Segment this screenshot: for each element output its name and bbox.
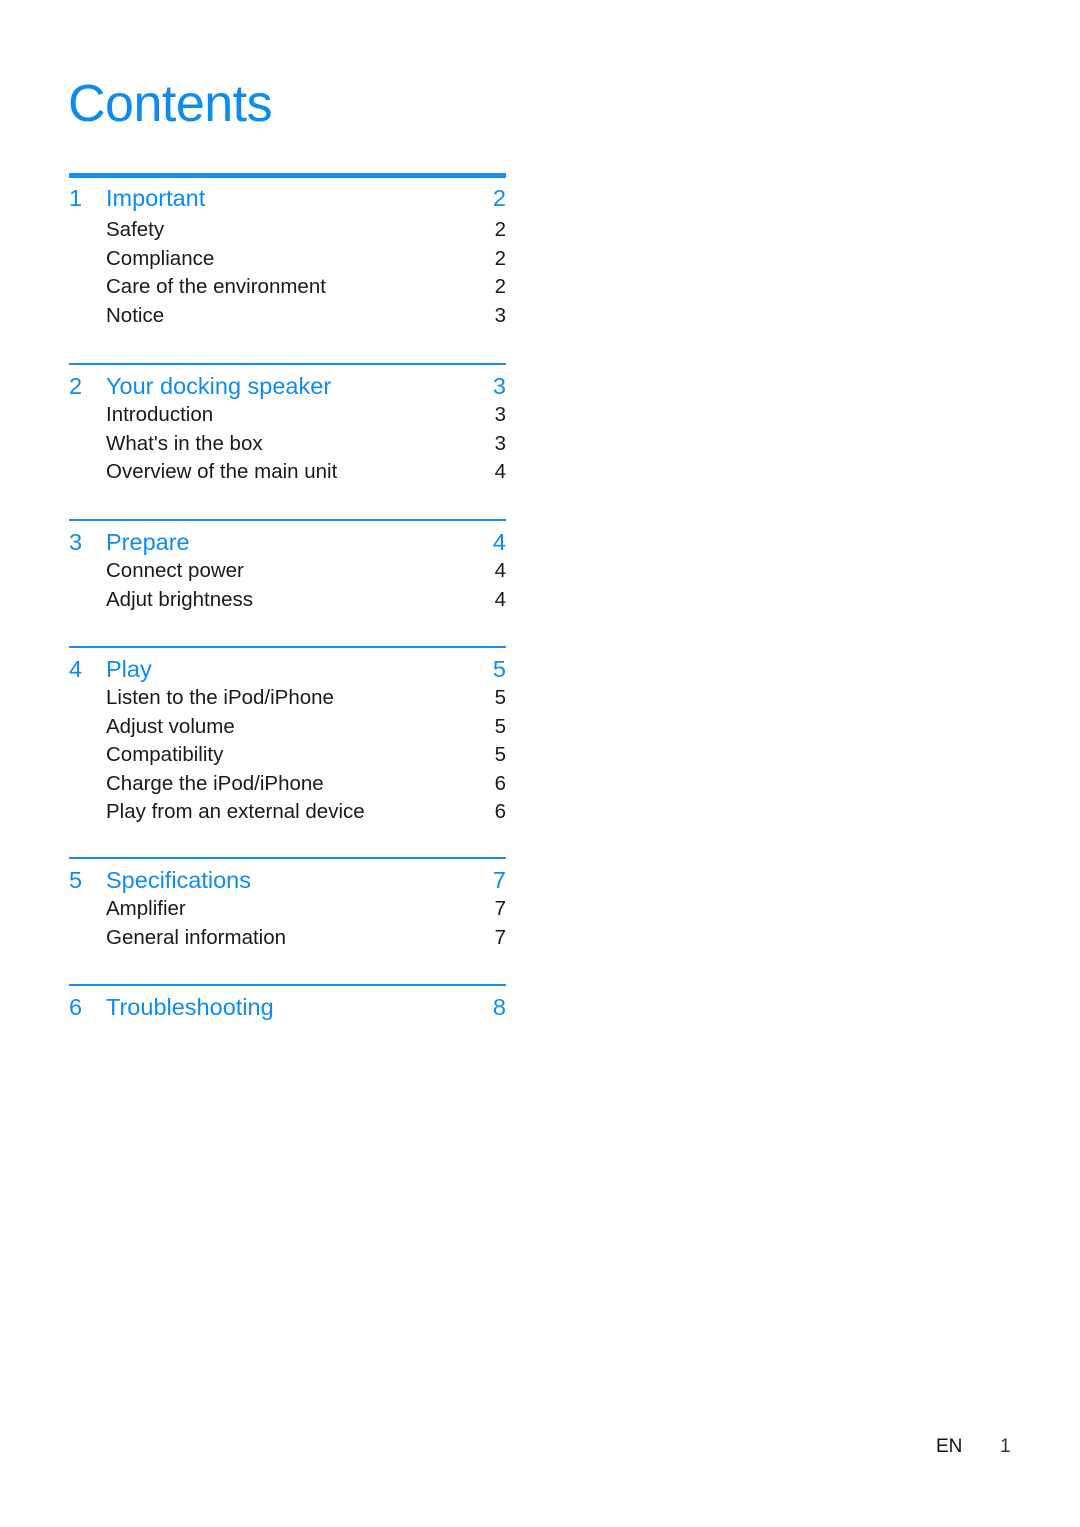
entry-title[interactable]: Play from an external device bbox=[106, 798, 365, 827]
language-code: EN bbox=[936, 1436, 963, 1457]
toc-entry[interactable]: Amplifier 7 bbox=[69, 895, 506, 924]
toc-section-heading[interactable]: 5 Specifications 7 bbox=[69, 865, 506, 895]
entry-title[interactable]: Adjust volume bbox=[106, 713, 235, 742]
section-number: 5 bbox=[69, 867, 83, 893]
section-page-number: 7 bbox=[492, 867, 506, 893]
toc-entry[interactable]: Care of the environment 2 bbox=[69, 273, 506, 302]
section-page-number: 5 bbox=[492, 656, 506, 682]
section-title[interactable]: Specifications bbox=[106, 865, 251, 895]
entry-title[interactable]: Charge the iPod/iPhone bbox=[106, 770, 324, 799]
entry-page-number: 7 bbox=[494, 925, 506, 949]
entry-page-number: 3 bbox=[494, 431, 506, 455]
entry-page-number: 2 bbox=[494, 246, 506, 270]
entry-title[interactable]: Safety bbox=[106, 216, 164, 245]
toc-entry[interactable]: Safety 2 bbox=[69, 216, 506, 245]
toc-section-play: 4 Play 5 Listen to the iPod/iPhone 5 Adj… bbox=[69, 646, 506, 857]
section-page-number: 4 bbox=[492, 529, 506, 555]
toc-section-heading[interactable]: 2 Your docking speaker 3 bbox=[69, 371, 506, 401]
toc-entry[interactable]: General information 7 bbox=[69, 924, 506, 953]
toc-entry[interactable]: Overview of the main unit 4 bbox=[69, 458, 506, 487]
toc-section-heading[interactable]: 1 Important 2 bbox=[69, 183, 506, 213]
toc-section-important: 1 Important 2 Safety 2 Compliance 2 Care… bbox=[69, 173, 506, 363]
entry-page-number: 7 bbox=[494, 897, 506, 920]
page-number: 1 bbox=[1000, 1436, 1011, 1457]
entry-page-number: 3 bbox=[494, 403, 506, 426]
toc-entry[interactable]: What's in the box 3 bbox=[69, 430, 506, 459]
toc-entry[interactable]: Compatibility 5 bbox=[69, 741, 506, 770]
entry-page-number: 3 bbox=[494, 303, 506, 327]
toc-section-specifications: 5 Specifications 7 Amplifier 7 General i… bbox=[69, 857, 506, 984]
entry-title[interactable]: Overview of the main unit bbox=[106, 458, 337, 487]
section-page-number: 2 bbox=[492, 185, 506, 211]
entry-page-number: 4 bbox=[494, 460, 506, 483]
toc-entry[interactable]: Charge the iPod/iPhone 6 bbox=[69, 770, 506, 799]
entry-page-number: 5 bbox=[494, 743, 506, 766]
toc-entry[interactable]: Adjust volume 5 bbox=[69, 713, 506, 742]
entry-page-number: 2 bbox=[494, 275, 506, 298]
toc-section-heading[interactable]: 6 Troubleshooting 8 bbox=[69, 992, 506, 1022]
section-title[interactable]: Prepare bbox=[106, 527, 190, 557]
section-number: 6 bbox=[69, 994, 83, 1020]
page-title: Contents bbox=[68, 75, 273, 133]
entry-title[interactable]: Notice bbox=[106, 302, 164, 331]
toc-entry[interactable]: Connect power 4 bbox=[69, 557, 506, 586]
entry-page-number: 5 bbox=[494, 686, 506, 709]
section-page-number: 8 bbox=[492, 994, 506, 1020]
section-number: 2 bbox=[69, 373, 83, 399]
section-title[interactable]: Your docking speaker bbox=[106, 371, 331, 401]
entry-title[interactable]: Compliance bbox=[106, 245, 214, 274]
table-of-contents: 1 Important 2 Safety 2 Compliance 2 Care… bbox=[69, 173, 506, 1032]
section-page-number: 3 bbox=[492, 373, 506, 399]
section-number: 1 bbox=[69, 185, 83, 211]
entry-page-number: 5 bbox=[494, 714, 506, 738]
entry-title[interactable]: What's in the box bbox=[106, 430, 263, 459]
entry-title[interactable]: Introduction bbox=[106, 401, 213, 430]
section-title[interactable]: Important bbox=[106, 183, 205, 213]
entry-title[interactable]: General information bbox=[106, 924, 286, 953]
entry-title[interactable]: Amplifier bbox=[106, 895, 186, 924]
toc-entry[interactable]: Play from an external device 6 bbox=[69, 798, 506, 827]
entry-page-number: 6 bbox=[494, 771, 506, 795]
section-title[interactable]: Play bbox=[106, 654, 152, 684]
entry-page-number: 4 bbox=[494, 587, 506, 611]
entry-title[interactable]: Compatibility bbox=[106, 741, 223, 770]
toc-entry[interactable]: Adjut brightness 4 bbox=[69, 586, 506, 615]
entry-page-number: 6 bbox=[494, 800, 506, 823]
toc-entry[interactable]: Notice 3 bbox=[69, 302, 506, 331]
section-title[interactable]: Troubleshooting bbox=[106, 992, 274, 1022]
toc-section-your-docking-speaker: 2 Your docking speaker 3 Introduction 3 … bbox=[69, 363, 506, 519]
toc-section-troubleshooting: 6 Troubleshooting 8 bbox=[69, 984, 506, 1032]
entry-title[interactable]: Listen to the iPod/iPhone bbox=[106, 684, 334, 713]
toc-section-prepare: 3 Prepare 4 Connect power 4 Adjut bright… bbox=[69, 519, 506, 646]
toc-section-heading[interactable]: 4 Play 5 bbox=[69, 654, 506, 684]
entry-title[interactable]: Connect power bbox=[106, 557, 244, 586]
entry-title[interactable]: Care of the environment bbox=[106, 273, 326, 302]
section-number: 4 bbox=[69, 656, 83, 682]
toc-section-heading[interactable]: 3 Prepare 4 bbox=[69, 527, 506, 557]
section-number: 3 bbox=[69, 529, 83, 555]
entry-page-number: 2 bbox=[494, 218, 506, 241]
entry-page-number: 4 bbox=[494, 559, 506, 582]
toc-entry[interactable]: Listen to the iPod/iPhone 5 bbox=[69, 684, 506, 713]
entry-title[interactable]: Adjut brightness bbox=[106, 586, 253, 615]
toc-entry[interactable]: Introduction 3 bbox=[69, 401, 506, 430]
toc-entry[interactable]: Compliance 2 bbox=[69, 245, 506, 274]
